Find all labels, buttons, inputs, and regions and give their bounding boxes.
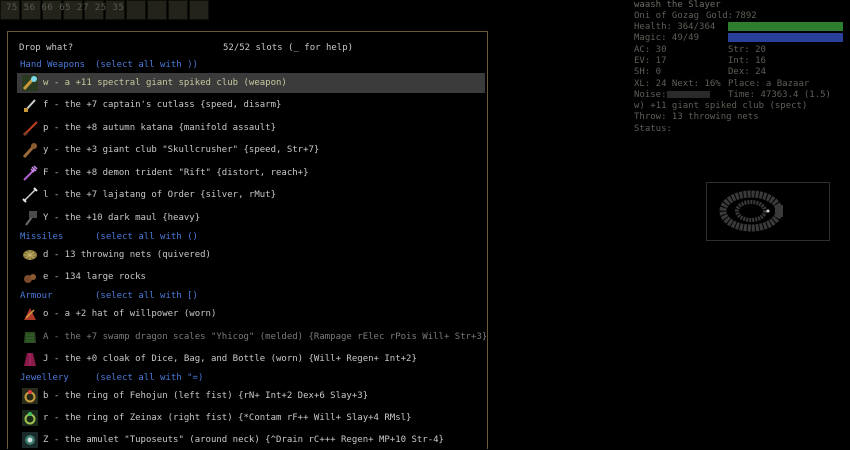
katana-icon bbox=[22, 121, 38, 136]
xl-stat: XL: 24 Next: 16% bbox=[634, 79, 721, 89]
cloak-icon bbox=[24, 353, 36, 366]
ev-stat: EV: 17 bbox=[634, 56, 667, 66]
character-name: waash the Slayer bbox=[634, 0, 721, 10]
health-text: Health: 364/364 bbox=[634, 22, 716, 32]
magic-bar bbox=[728, 33, 843, 42]
dragon-scales-icon bbox=[24, 332, 36, 343]
select-all-hand-weapons[interactable]: (select all with )) bbox=[95, 60, 198, 70]
wielded-weapon: w) +11 giant spiked club (spect) bbox=[634, 101, 808, 111]
select-all-armour[interactable]: (select all with [) bbox=[95, 291, 198, 301]
inventory-item-Y[interactable]: Y - the +10 dark maul {heavy} bbox=[17, 208, 485, 228]
item-text: y - the +3 giant club "Skullcrusher" {sp… bbox=[43, 145, 320, 155]
inventory-item-d[interactable]: d - 13 throwing nets (quivered) bbox=[17, 245, 485, 265]
inventory-item-w[interactable]: w - a +11 spectral giant spiked club (we… bbox=[17, 73, 485, 93]
character-god: Oni of Gozag bbox=[634, 11, 700, 21]
minimap[interactable] bbox=[706, 182, 830, 241]
minimap-drawing bbox=[719, 190, 783, 232]
gold-value: 7892 bbox=[735, 11, 757, 21]
inventory-item-y[interactable]: y - the +3 giant club "Skullcrusher" {sp… bbox=[17, 140, 485, 160]
item-text: o - a +2 hat of willpower (worn) bbox=[43, 309, 217, 319]
slot-counter: 52/52 slots (_ for help) bbox=[223, 43, 354, 53]
inventory-item-Z[interactable]: Z - the amulet "Tuposeuts" (around neck)… bbox=[17, 430, 485, 450]
item-text: d - 13 throwing nets (quivered) bbox=[43, 250, 211, 260]
item-text: w - a +11 spectral giant spiked club (we… bbox=[43, 78, 287, 88]
inventory-item-l[interactable]: l - the +7 lajatang of Order {silver, rM… bbox=[17, 185, 485, 205]
category-hand-weapons[interactable]: Hand Weapons (select all with )) bbox=[20, 60, 198, 70]
time-stat: Time: 47363.4 (1.5) bbox=[728, 90, 831, 100]
tile-10 bbox=[189, 0, 209, 20]
select-all-missiles[interactable]: (select all with () bbox=[95, 232, 198, 242]
gold-label: Gold: bbox=[706, 11, 734, 21]
category-label: Hand Weapons bbox=[20, 60, 86, 70]
message-text: 75 56 66 65 27 25 35 bbox=[6, 3, 125, 13]
item-text: e - 134 large rocks bbox=[43, 272, 146, 282]
category-label: Missiles bbox=[20, 232, 64, 242]
ac-stat: AC: 30 bbox=[634, 45, 667, 55]
item-text: p - the +8 autumn katana {manifold assau… bbox=[43, 123, 276, 133]
drop-menu: Drop what? 52/52 slots (_ for help) Hand… bbox=[7, 31, 488, 449]
tile-7 bbox=[126, 0, 146, 20]
hat-icon bbox=[24, 308, 36, 320]
inventory-item-F[interactable]: F - the +8 demon trident "Rift" {distort… bbox=[17, 163, 485, 183]
inventory-item-A[interactable]: A - the +7 swamp dragon scales "Yhicog" … bbox=[17, 327, 488, 347]
lajatang-icon bbox=[22, 187, 38, 203]
item-text: b - the ring of Fehojun (left fist) {rN+… bbox=[43, 391, 369, 401]
inventory-item-b[interactable]: b - the ring of Fehojun (left fist) {rN+… bbox=[17, 386, 485, 406]
category-jewellery[interactable]: Jewellery (select all with "=) bbox=[20, 373, 203, 383]
trident-icon bbox=[23, 165, 38, 181]
dex-stat: Dex: 24 bbox=[728, 67, 766, 77]
tile-9 bbox=[168, 0, 188, 20]
category-missiles[interactable]: Missiles (select all with () bbox=[20, 232, 198, 242]
message-bar: 75 56 66 65 27 25 35 bbox=[0, 0, 210, 20]
item-text: l - the +7 lajatang of Order {silver, rM… bbox=[43, 190, 276, 200]
quiver-text: Throw: 13 throwing nets bbox=[634, 112, 759, 122]
item-text: r - the ring of Zeinax (right fist) {*Co… bbox=[43, 413, 412, 423]
item-text: A - the +7 swamp dragon scales "Yhicog" … bbox=[43, 332, 488, 342]
ring-icon bbox=[22, 388, 38, 404]
inventory-item-e[interactable]: e - 134 large rocks bbox=[17, 267, 485, 287]
noise-meter bbox=[667, 91, 710, 98]
category-armour[interactable]: Armour (select all with [) bbox=[20, 291, 198, 301]
str-stat: Str: 20 bbox=[728, 45, 766, 55]
select-all-jewellery[interactable]: (select all with "=) bbox=[95, 373, 203, 383]
inventory-item-J[interactable]: J - the +0 cloak of Dice, Bag, and Bottl… bbox=[17, 349, 485, 369]
item-text: Y - the +10 dark maul {heavy} bbox=[43, 213, 201, 223]
net-icon bbox=[23, 250, 37, 260]
item-text: J - the +0 cloak of Dice, Bag, and Bottl… bbox=[43, 354, 417, 364]
inventory-item-o[interactable]: o - a +2 hat of willpower (worn) bbox=[17, 304, 485, 324]
inventory-item-f[interactable]: f - the +7 captain's cutlass {speed, dis… bbox=[17, 95, 485, 115]
tile-8 bbox=[147, 0, 167, 20]
stats-panel: waash the Slayer Oni of Gozag Gold: 7892… bbox=[634, 0, 850, 135]
inventory-item-p[interactable]: p - the +8 autumn katana {manifold assau… bbox=[17, 118, 485, 138]
place-stat: Place: a Bazaar bbox=[728, 79, 810, 89]
int-stat: Int: 16 bbox=[728, 56, 766, 66]
cutlass-icon bbox=[24, 99, 36, 112]
giant-club-icon bbox=[22, 143, 37, 158]
ring-icon bbox=[22, 410, 38, 426]
status-label: Status: bbox=[634, 124, 672, 134]
drop-prompt: Drop what? bbox=[19, 43, 74, 53]
amulet-icon bbox=[22, 432, 38, 448]
item-text: Z - the amulet "Tuposeuts" (around neck)… bbox=[43, 435, 444, 445]
sh-stat: SH: 0 bbox=[634, 67, 662, 77]
magic-text: Magic: 49/49 bbox=[634, 33, 700, 43]
item-text: f - the +7 captain's cutlass {speed, dis… bbox=[43, 100, 282, 110]
inventory-item-r[interactable]: r - the ring of Zeinax (right fist) {*Co… bbox=[17, 408, 485, 428]
noise-label: Noise: bbox=[634, 90, 667, 100]
category-label: Armour bbox=[20, 291, 53, 301]
spiked-club-icon bbox=[22, 75, 38, 91]
rock-icon bbox=[24, 274, 36, 283]
item-text: F - the +8 demon trident "Rift" {distort… bbox=[43, 168, 309, 178]
category-label: Jewellery bbox=[20, 373, 69, 383]
maul-icon bbox=[25, 211, 37, 226]
health-bar bbox=[728, 22, 843, 31]
